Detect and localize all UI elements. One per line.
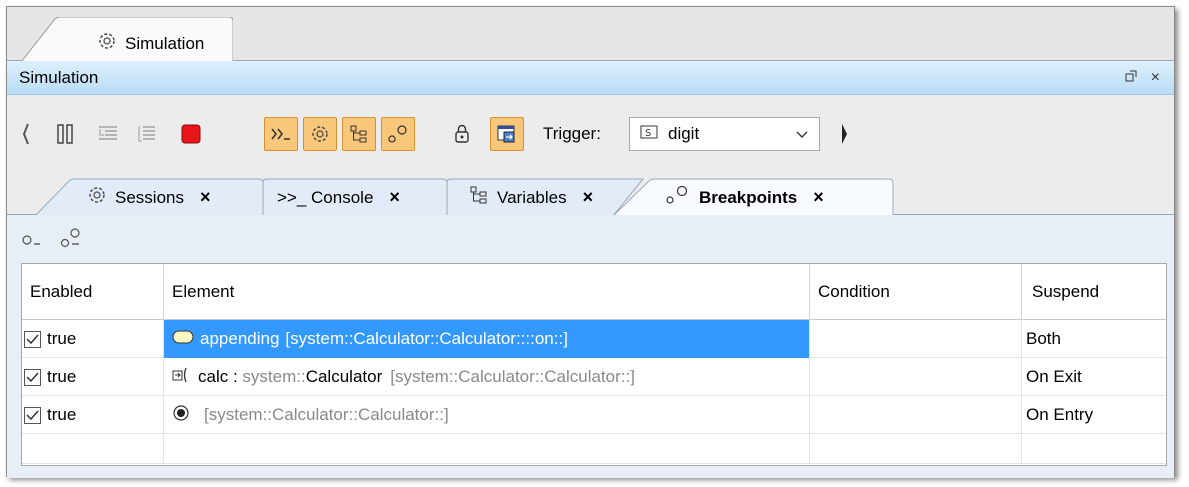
simulation-toolbar: Trigger: S digit (7, 95, 1174, 173)
column-enabled[interactable]: Enabled (22, 264, 164, 320)
trigger-select-value: digit (668, 124, 700, 143)
close-view-button[interactable]: × (1151, 69, 1160, 87)
lock-icon[interactable] (450, 117, 474, 151)
enabled-value: true (47, 367, 77, 386)
breakpoints-panel: Enabled Element Condition Suspend true a… (7, 215, 1174, 478)
element-name: appending (200, 329, 280, 348)
view-title: Simulation (19, 67, 99, 87)
trigger-label: Trigger: (543, 124, 601, 143)
suspend-cell[interactable]: Both (1022, 320, 1168, 358)
enabled-cell: true (22, 320, 164, 358)
initial-state-icon (172, 404, 190, 427)
tab-simulation[interactable]: Simulation (21, 17, 233, 62)
column-condition[interactable]: Condition (810, 264, 1022, 320)
empty-cell (810, 434, 1022, 464)
tab-breakpoints-close[interactable]: × (813, 187, 824, 208)
tab-variables-label: Variables (497, 187, 567, 207)
tab-breakpoints-label: Breakpoints (699, 187, 798, 207)
view-titlebar: Simulation × (7, 61, 1174, 95)
tab-console-close[interactable]: × (389, 187, 400, 208)
element-path: [system::Calculator::Calculator::::on::] (285, 329, 568, 348)
column-element[interactable]: Element (164, 264, 810, 320)
table-header: Enabled Element Condition Suspend (22, 264, 1166, 320)
tab-console[interactable]: >>_ Console × (277, 179, 400, 216)
column-suspend[interactable]: Suspend (1022, 264, 1170, 320)
element-name: calc : (198, 367, 243, 386)
condition-cell[interactable] (810, 320, 1022, 358)
simulation-window: Simulation Simulation × Trigger: S digit… (6, 6, 1175, 478)
table-row[interactable]: true [system::Calculator::Calculator::] … (22, 396, 1166, 434)
tab-breakpoints[interactable]: Breakpoints × (665, 179, 824, 216)
empty-cell (22, 434, 164, 464)
element-cell: [system::Calculator::Calculator::] (164, 396, 810, 434)
chevron-down-icon (795, 126, 809, 147)
suspend-cell[interactable]: On Exit (1022, 358, 1168, 396)
sessions-toggle-button[interactable] (303, 117, 337, 151)
enabled-value: true (47, 329, 77, 348)
enabled-cell: true (22, 358, 164, 396)
remove-breakpoint-icon[interactable] (21, 228, 43, 253)
tab-simulation-label: Simulation (125, 33, 205, 53)
tab-sessions[interactable]: Sessions × (87, 179, 211, 216)
element-type-prefix: system:: (242, 367, 306, 386)
step-over-icon[interactable] (131, 117, 161, 151)
toolbar-grip-icon (19, 117, 33, 151)
tab-sessions-label: Sessions (115, 187, 184, 207)
tree-icon (469, 185, 489, 210)
state-icon (172, 329, 194, 350)
condition-cell[interactable] (810, 358, 1022, 396)
inner-tab-strip: Sessions × >>_ Console × Variables × Bre… (7, 173, 1174, 216)
breakpoints-toggle-button[interactable] (381, 117, 415, 151)
tab-console-label: >>_ Console (277, 187, 374, 207)
enabled-checkbox[interactable] (24, 368, 41, 386)
outer-tab-strip: Simulation (7, 7, 1174, 62)
table-row-empty (22, 434, 1166, 464)
tab-variables-close[interactable]: × (583, 187, 594, 208)
element-type: Calculator (305, 367, 383, 386)
condition-cell[interactable] (810, 396, 1022, 434)
stop-icon[interactable] (175, 117, 207, 151)
console-toggle-button[interactable] (264, 117, 298, 151)
svg-text:S: S (645, 128, 651, 139)
remove-all-breakpoints-icon[interactable] (59, 227, 85, 254)
enabled-checkbox[interactable] (24, 330, 41, 348)
enabled-value: true (47, 405, 77, 424)
empty-cell (164, 434, 810, 464)
breakpoints-icon (665, 184, 691, 211)
animation-toggle-button[interactable] (490, 117, 524, 151)
trigger-select[interactable]: S digit (629, 117, 820, 151)
breakpoints-toolbar (21, 227, 85, 254)
element-cell: appending [system::Calculator::Calculato… (164, 320, 810, 358)
suspend-cell[interactable]: On Entry (1022, 396, 1168, 434)
variables-toggle-button[interactable] (342, 117, 376, 151)
gear-icon (87, 185, 107, 210)
enabled-checkbox[interactable] (24, 406, 41, 424)
pause-icon[interactable] (51, 117, 79, 151)
part-icon (172, 366, 192, 389)
step-into-icon[interactable] (93, 117, 123, 151)
table-row[interactable]: true appending [system::Calculator::Calc… (22, 320, 1166, 358)
tab-variables[interactable]: Variables × (469, 179, 593, 216)
tab-sessions-close[interactable]: × (200, 187, 211, 208)
restore-icon[interactable] (1125, 69, 1137, 87)
enabled-cell: true (22, 396, 164, 434)
breakpoints-table: Enabled Element Condition Suspend true a… (21, 263, 1167, 466)
element-cell: calc : system:: Calculator [system::Calc… (164, 358, 810, 396)
gear-icon (97, 31, 117, 56)
table-row[interactable]: true calc : system:: Calculator [system:… (22, 358, 1166, 396)
toolbar-overflow-icon[interactable] (837, 117, 851, 151)
signal-icon: S (640, 124, 658, 144)
element-path: [system::Calculator::Calculator::] (204, 405, 449, 424)
element-path: [system::Calculator::Calculator::] (390, 367, 635, 386)
